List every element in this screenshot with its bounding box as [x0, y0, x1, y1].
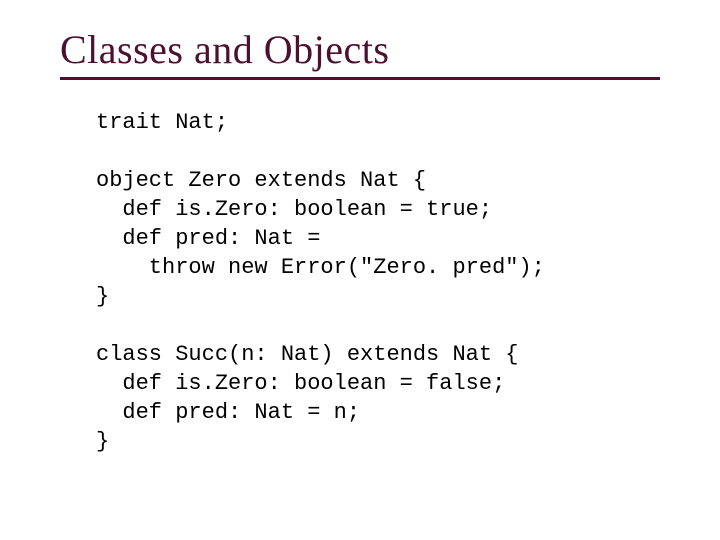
code-block: trait Nat; object Zero extends Nat { def… [96, 108, 660, 456]
code-line: def pred: Nat = n; [96, 400, 360, 425]
code-line: def is.Zero: boolean = false; [96, 371, 505, 396]
code-line: trait Nat; [96, 110, 228, 135]
code-line: def is.Zero: boolean = true; [96, 197, 492, 222]
code-line: } [96, 429, 109, 454]
code-line: throw new Error("Zero. pred"); [96, 255, 545, 280]
code-line: } [96, 284, 109, 309]
slide: Classes and Objects trait Nat; object Ze… [0, 0, 720, 540]
title-rule [60, 77, 660, 80]
code-line: class Succ(n: Nat) extends Nat { [96, 342, 518, 367]
slide-title: Classes and Objects [60, 26, 660, 73]
code-line: object Zero extends Nat { [96, 168, 426, 193]
code-line: def pred: Nat = [96, 226, 320, 251]
